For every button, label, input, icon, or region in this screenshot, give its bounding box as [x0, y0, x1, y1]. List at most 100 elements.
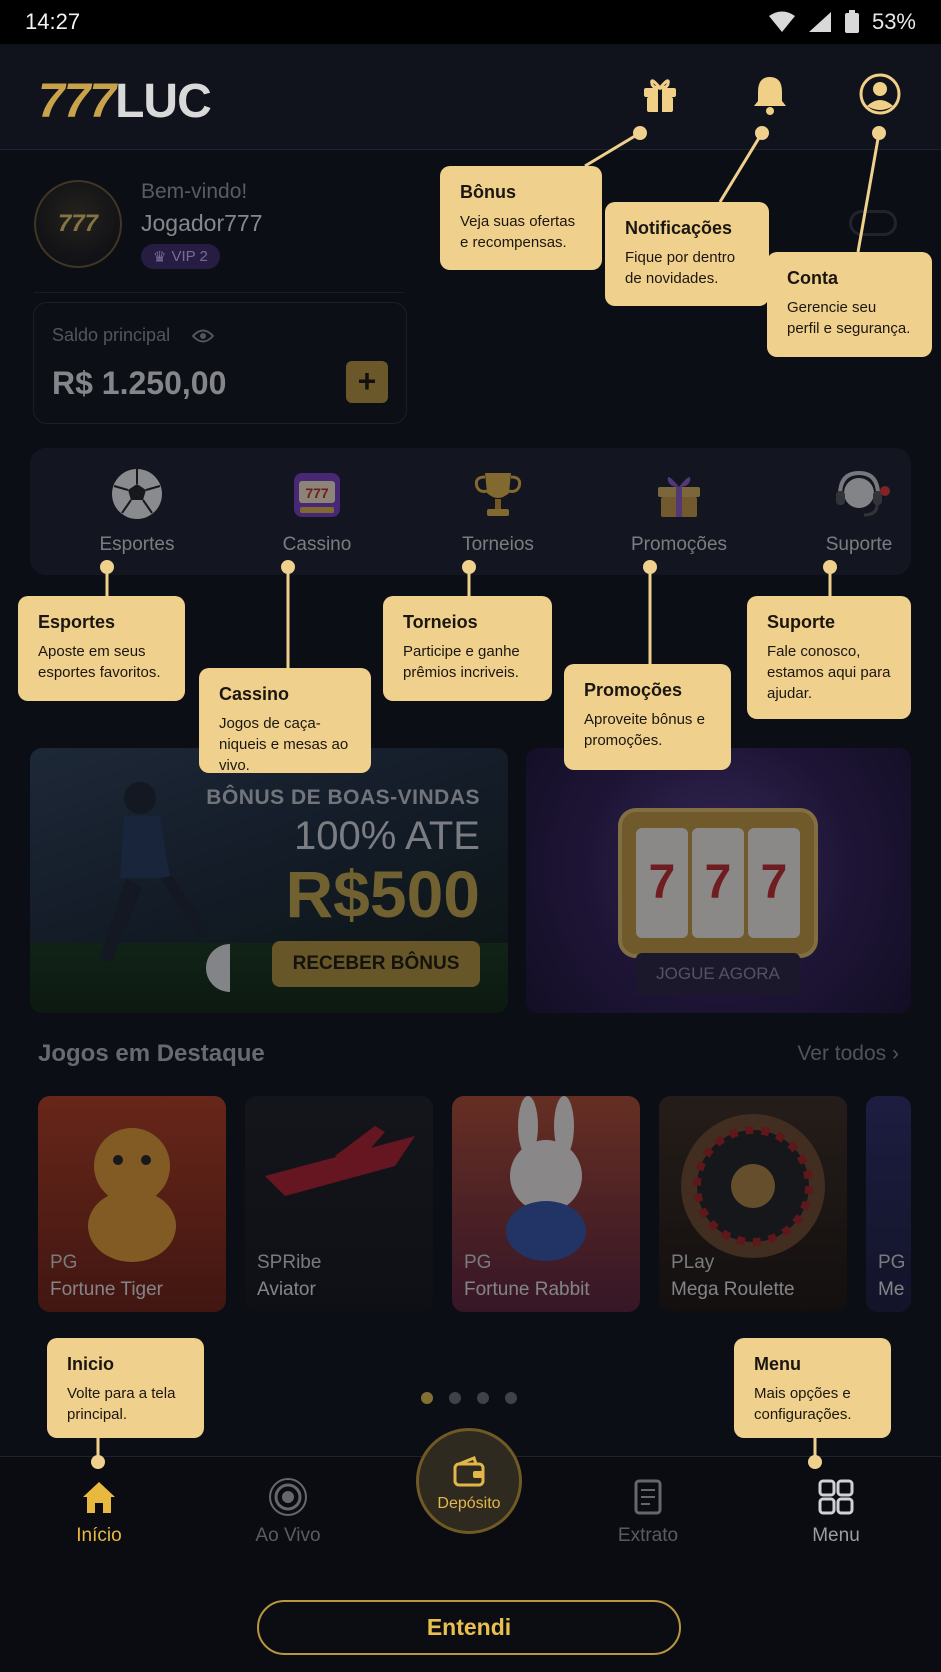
tooltip-pin	[643, 560, 657, 574]
battery-icon	[844, 10, 859, 33]
tooltip-pin	[91, 1455, 105, 1469]
game-card[interactable]: PLay Mega Roulette	[659, 1096, 847, 1312]
nav-live[interactable]: Ao Vivo	[223, 1475, 353, 1547]
status-icons: 53%	[768, 9, 916, 35]
balance-amount: R$ 1.250,00	[52, 365, 227, 401]
trophy-icon	[474, 473, 522, 516]
tooltip-desc: Aproveite bônus e promoções.	[584, 711, 705, 749]
tooltip-desc: Participe e ganhe prêmios incriveis.	[403, 643, 520, 681]
category-label: Esportes	[99, 534, 175, 555]
slot-reel: 7	[636, 828, 688, 938]
game-card[interactable]: PG Fortune Tiger	[38, 1096, 226, 1312]
see-all-label: Ver todos	[797, 1042, 887, 1065]
welcome-text: Bem-vindo!	[141, 180, 248, 203]
category-label: Cassino	[282, 534, 352, 555]
category-tournaments[interactable]: Torneios	[423, 464, 573, 556]
tooltip-title: Esportes	[38, 612, 116, 632]
live-broadcast-icon	[269, 1478, 307, 1516]
tooltip-support: Suporte Fale conosco, estamos aqui para …	[747, 596, 911, 719]
tooltip-title: Suporte	[767, 612, 836, 632]
category-promotions[interactable]: Promoções	[604, 464, 754, 556]
tooltip-title: Inicio	[67, 1354, 115, 1374]
home-icon	[83, 1482, 115, 1513]
brand-logo[interactable]: 777LUC	[38, 74, 212, 129]
game-name: Aviator	[257, 1279, 316, 1300]
vip-badge: ♛ VIP 2	[141, 244, 220, 269]
game-provider: PG	[50, 1252, 78, 1273]
tooltip-desc: Mais opções e configurações.	[754, 1385, 852, 1423]
logo-text: LUC	[115, 75, 212, 128]
nav-label: Início	[76, 1525, 122, 1546]
balance-label: Saldo principal	[52, 325, 171, 345]
carousel-dot[interactable]	[477, 1392, 489, 1404]
status-time: 14:27	[25, 9, 81, 34]
tooltip-title: Conta	[787, 268, 838, 288]
slot-reel: 7	[692, 828, 744, 938]
category-label: Torneios	[462, 534, 534, 555]
tooltip-desc: Fale conosco, estamos aqui para ajudar.	[767, 643, 891, 702]
game-provider: PG	[878, 1252, 906, 1273]
battery-percent: 53%	[871, 9, 916, 34]
game-provider: PLay	[671, 1252, 715, 1273]
tooltip-pin	[872, 126, 886, 140]
carousel-dot[interactable]	[505, 1392, 517, 1404]
receipt-icon	[634, 1479, 662, 1515]
category-bar: Esportes 777 Cassino Torneios Promoções …	[30, 448, 911, 575]
vip-label: VIP 2	[171, 248, 208, 265]
game-card[interactable]: SPRibe Aviator	[245, 1096, 433, 1312]
game-provider: PG	[464, 1252, 492, 1273]
game-provider: SPRibe	[257, 1252, 322, 1273]
claim-bonus-button[interactable]: RECEBER BÔNUS	[272, 941, 480, 987]
notification-dot	[880, 486, 890, 496]
welcome-bonus-banner[interactable]: BÔNUS DE BOAS-VINDAS 100% ATE R$500 RECE…	[30, 748, 508, 1013]
tooltip-menu: Menu Mais opções e configurações.	[734, 1338, 891, 1438]
gift-icon[interactable]	[638, 72, 682, 116]
visibility-toggle[interactable]	[849, 210, 897, 236]
game-card[interactable]: PG Me	[866, 1096, 911, 1312]
tooltip-pin	[823, 560, 837, 574]
tooltip-desc: Gerencie seu perfil e segurança.	[787, 299, 911, 337]
tooltip-pin	[462, 560, 476, 574]
carousel-dot[interactable]	[449, 1392, 461, 1404]
tooltip-desc: Aposte em seus esportes favoritos.	[38, 643, 161, 681]
bell-icon[interactable]	[748, 72, 792, 116]
category-support[interactable]: Suporte	[784, 464, 934, 556]
nav-menu[interactable]: Menu	[771, 1475, 901, 1547]
eye-icon[interactable]	[192, 328, 214, 344]
crown-icon: ♛	[153, 248, 167, 266]
tooltip-title: Bônus	[460, 182, 516, 202]
balance-card: Saldo principal R$ 1.250,00 +	[33, 302, 407, 424]
game-card[interactable]: PG Fortune Rabbit	[452, 1096, 640, 1312]
tooltip-desc: Jogos de caça-niqueis e mesas ao vivo.	[219, 715, 349, 774]
slots-banner[interactable]: 7 7 7 JOGUE AGORA	[526, 748, 911, 1013]
grid-menu-icon	[818, 1479, 854, 1515]
featured-title: Jogos em Destaque	[38, 1040, 265, 1067]
play-now-button[interactable]: JOGUE AGORA	[636, 953, 800, 995]
game-name: Fortune Tiger	[50, 1279, 163, 1300]
category-label: Promoções	[630, 534, 728, 555]
tooltip-home: Inicio Volte para a tela principal.	[47, 1338, 204, 1438]
tooltip-bonus: Bônus Veja suas ofertas e recompensas.	[440, 166, 602, 270]
category-casino[interactable]: 777 Cassino	[242, 464, 392, 556]
tooltip-title: Torneios	[403, 612, 478, 632]
got-it-button[interactable]: Entendi	[257, 1600, 681, 1655]
avatar-text: 777	[57, 210, 99, 237]
carousel-dot[interactable]	[421, 1392, 433, 1404]
add-funds-button[interactable]: +	[346, 361, 388, 403]
nav-home[interactable]: Início	[34, 1475, 164, 1547]
soccer-player-art	[100, 782, 230, 992]
deposit-button[interactable]: Depósito	[416, 1428, 522, 1534]
avatar[interactable]: 777	[34, 180, 122, 268]
tooltip-title: Menu	[754, 1354, 801, 1374]
tooltip-title: Cassino	[219, 684, 290, 704]
carousel-dots	[421, 1392, 517, 1404]
see-all-link[interactable]: Ver todos ›	[797, 1042, 899, 1066]
tooltip-notifications: Notificações Fique por dentro de novidad…	[605, 202, 769, 306]
category-sports[interactable]: Esportes	[62, 464, 212, 556]
tooltip-title: Notificações	[625, 218, 733, 238]
slot-machine-art: 7 7 7	[618, 808, 818, 958]
wallet-icon	[453, 1456, 485, 1487]
tooltip-pin	[100, 560, 114, 574]
account-icon[interactable]	[858, 72, 902, 116]
nav-statement[interactable]: Extrato	[583, 1475, 713, 1547]
